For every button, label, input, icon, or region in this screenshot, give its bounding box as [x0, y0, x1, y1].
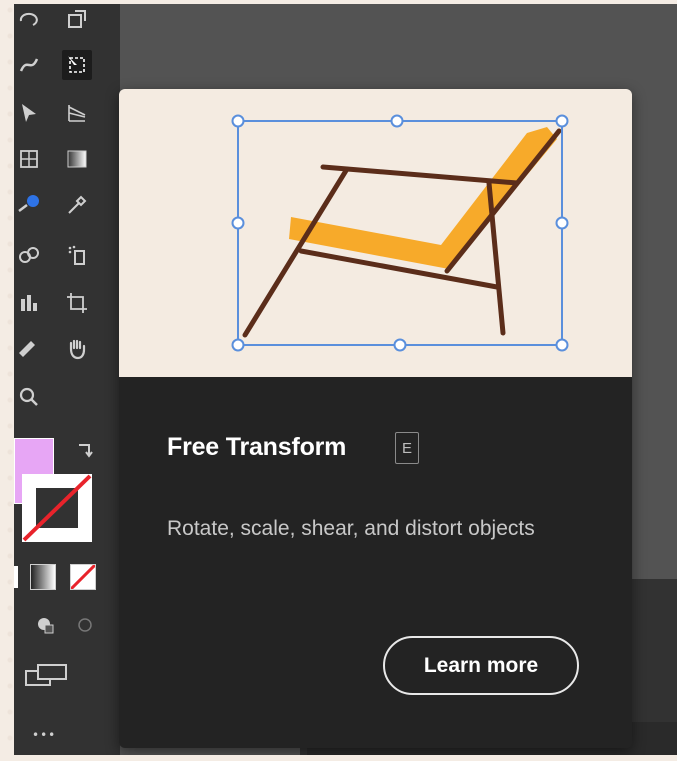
- zoom-tool-icon[interactable]: [14, 382, 44, 412]
- stroke-swatch[interactable]: [22, 474, 92, 542]
- none-mode-icon[interactable]: [70, 564, 96, 590]
- draw-inside-icon[interactable]: [70, 610, 100, 640]
- symbol-sprayer-icon[interactable]: [62, 240, 92, 270]
- learn-more-button[interactable]: Learn more: [383, 636, 579, 695]
- illustrator-window: der: [14, 4, 677, 755]
- lasso-tool-icon[interactable]: [14, 4, 44, 34]
- more-tools-button[interactable]: •••: [32, 728, 56, 742]
- tool-tooltip: Free Transform E Rotate, scale, shear, a…: [119, 89, 632, 748]
- shortcut-badge: E: [395, 432, 419, 464]
- tools-panel: •••: [14, 4, 120, 755]
- tooltip-description: Rotate, scale, shear, and distort object…: [167, 517, 535, 540]
- artboard-tool-icon[interactable]: [62, 288, 92, 318]
- artboard-copy-icon[interactable]: [62, 4, 92, 34]
- screen-mode-icon[interactable]: [24, 660, 68, 690]
- chair-illustration: [231, 114, 569, 352]
- gradient-tool-icon[interactable]: [62, 144, 92, 174]
- direct-select-icon[interactable]: [14, 98, 44, 128]
- eraser-tool-icon[interactable]: [14, 334, 44, 364]
- mesh-tool-icon[interactable]: [14, 144, 44, 174]
- gradient-mode-icon[interactable]: [30, 564, 56, 590]
- column-graph-icon[interactable]: [14, 288, 44, 318]
- draw-normal-icon[interactable]: [30, 610, 60, 640]
- reshape-tool-icon[interactable]: [14, 50, 44, 80]
- swap-fill-stroke-icon[interactable]: [70, 436, 100, 466]
- perspective-grid-icon[interactable]: [62, 98, 92, 128]
- free-transform-tool-icon[interactable]: [62, 50, 92, 80]
- tooltip-illustration: [119, 89, 632, 377]
- blend-tool-icon[interactable]: [14, 240, 44, 270]
- color-mode-icon[interactable]: [14, 566, 18, 588]
- eyedropper-icon[interactable]: [62, 190, 92, 220]
- tooltip-title: Free Transform: [167, 433, 347, 461]
- hand-tool-icon[interactable]: [62, 334, 92, 364]
- color-point-icon[interactable]: [14, 190, 44, 220]
- tooltip-body: Free Transform E Rotate, scale, shear, a…: [119, 377, 632, 748]
